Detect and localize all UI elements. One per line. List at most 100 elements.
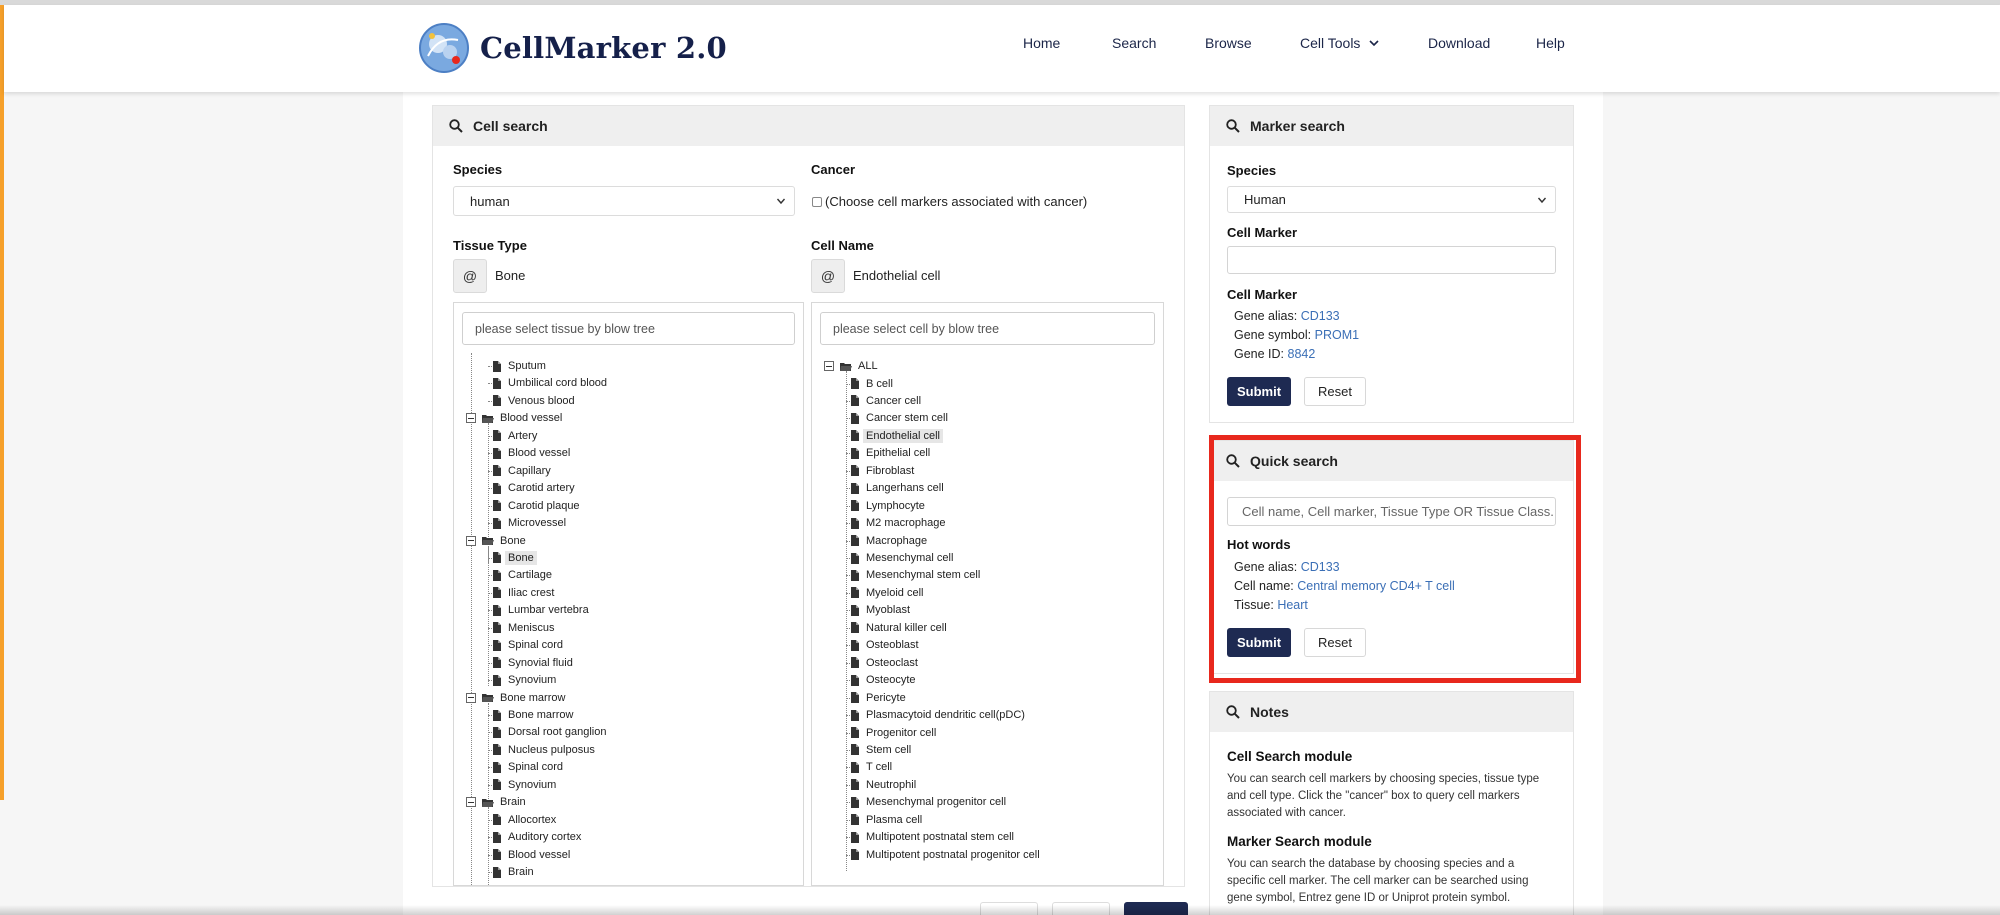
marker-species-select[interactable]: Human — [1227, 186, 1556, 213]
tissue-tree-node[interactable]: Brain — [492, 865, 534, 879]
cell-tree-node[interactable]: Cancer cell — [850, 394, 921, 408]
tissue-tree-node[interactable]: Blood vessel — [466, 411, 562, 425]
cell-tree-node[interactable]: T cell — [850, 760, 892, 774]
cell-tree-node[interactable]: Pericyte — [850, 691, 906, 705]
tissue-tree-node[interactable]: Nucleus pulposus — [492, 743, 595, 757]
tissue-tree-node[interactable]: Bone — [492, 550, 537, 565]
cancer-checkbox-row[interactable]: (Choose cell markers associated with can… — [812, 194, 1087, 209]
cell-tree-node[interactable]: Osteoclast — [850, 656, 918, 670]
tissue-tree-node[interactable]: Synovium — [492, 778, 556, 792]
site-logo[interactable]: CellMarker 2.0 — [418, 19, 727, 77]
collapse-toggle-icon[interactable] — [466, 692, 476, 703]
tissue-tree-node[interactable]: Brain — [466, 795, 526, 809]
cell-tree-node[interactable]: Osteoblast — [850, 638, 919, 652]
tissue-tree-node[interactable]: Carotid plaque — [492, 499, 580, 513]
cell-tree-node[interactable]: Plasma cell — [850, 813, 922, 827]
tissue-tree-node[interactable]: Blood vessel — [492, 446, 570, 460]
tissue-tree-node[interactable]: Meniscus — [492, 621, 554, 635]
tissue-tree-node[interactable]: Iliac crest — [492, 586, 554, 600]
cell-tree-node[interactable]: Endothelial cell — [850, 428, 943, 443]
cell-tree-node[interactable]: Cancer stem cell — [850, 411, 948, 425]
cell-tree-node[interactable]: Progenitor cell — [850, 726, 936, 740]
cell-tree-node[interactable]: Neutrophil — [850, 778, 916, 792]
cell-tree-node[interactable]: Mesenchymal cell — [850, 551, 953, 565]
marker-submit-button[interactable]: Submit — [1227, 377, 1291, 406]
tissue-tree-node[interactable]: Capillary — [492, 464, 551, 478]
nav-search[interactable]: Search — [1112, 35, 1156, 51]
example-link-cd133[interactable]: CD133 — [1301, 309, 1340, 323]
tree-node-label: Bone — [505, 550, 537, 565]
tissue-tree-node[interactable]: Bone marrow — [492, 708, 573, 722]
tissue-tree-search-input[interactable]: please select tissue by blow tree — [462, 312, 795, 345]
tissue-tree-node[interactable]: Bone — [466, 534, 526, 548]
cell-name-value[interactable]: Endothelial cell — [853, 268, 940, 283]
cell-tree-node[interactable]: Langerhans cell — [850, 481, 944, 495]
tissue-tree-node[interactable]: Synovial fluid — [492, 656, 573, 670]
nav-browse[interactable]: Browse — [1205, 35, 1252, 51]
tissue-tree-node[interactable]: Auditory cortex — [492, 830, 581, 844]
cell-tree-node[interactable]: Mesenchymal progenitor cell — [850, 795, 1006, 809]
cell-tree-node[interactable]: M2 macrophage — [850, 516, 946, 530]
tree-guide-line — [488, 545, 489, 686]
tissue-tree-node[interactable]: Bone marrow — [466, 691, 565, 705]
cell-tree-node[interactable]: Myeloid cell — [850, 586, 923, 600]
collapse-toggle-icon[interactable] — [466, 797, 476, 808]
collapse-toggle-icon[interactable] — [824, 361, 834, 371]
tissue-tree-node[interactable]: Spinal cord — [492, 760, 563, 774]
tissue-tree-node[interactable]: Blood vessel — [492, 848, 570, 862]
example-link-prom1[interactable]: PROM1 — [1315, 328, 1359, 342]
file-icon — [492, 447, 508, 459]
cell-tree-node[interactable]: Stem cell — [850, 743, 911, 757]
cell-tree-node[interactable]: Multipotent postnatal stem cell — [850, 830, 1014, 844]
cell-tree-node[interactable]: Mesenchymal stem cell — [850, 568, 980, 582]
tissue-tree-node[interactable]: Artery — [492, 429, 537, 443]
collapse-toggle-icon[interactable] — [466, 413, 476, 424]
file-icon — [850, 412, 866, 424]
hot-word-link-central-memory[interactable]: Central memory CD4+ T cell — [1297, 579, 1455, 593]
tissue-tree-node[interactable]: Lumbar vertebra — [492, 603, 589, 617]
tree-node-label: Multipotent postnatal progenitor cell — [866, 848, 1040, 861]
cell-tree-node[interactable]: Macrophage — [850, 534, 927, 548]
quick-reset-button[interactable]: Reset — [1304, 628, 1366, 657]
quick-submit-button[interactable]: Submit — [1227, 628, 1291, 657]
file-icon — [850, 535, 866, 547]
collapse-toggle-icon[interactable] — [466, 535, 476, 546]
cell-tree-node[interactable]: Natural killer cell — [850, 621, 947, 635]
quick-search-input[interactable]: Cell name, Cell marker, Tissue Type OR T… — [1227, 497, 1556, 526]
tissue-tree-node[interactable]: Spinal cord — [492, 638, 563, 652]
hot-word-link-cd133[interactable]: CD133 — [1301, 560, 1340, 574]
cell-tree-node[interactable]: Fibroblast — [850, 464, 914, 478]
cell-marker-input[interactable] — [1227, 246, 1556, 274]
cell-tree-search-input[interactable]: please select cell by blow tree — [820, 312, 1155, 345]
tissue-tree-node[interactable]: Synovium — [492, 673, 556, 687]
cell-tree-node[interactable]: Multipotent postnatal progenitor cell — [850, 848, 1040, 862]
tissue-tree-node[interactable]: Sputum — [492, 359, 546, 373]
nav-download[interactable]: Download — [1428, 35, 1490, 51]
species-select[interactable]: human — [453, 186, 795, 216]
tissue-tree-node[interactable]: Cartilage — [492, 568, 552, 582]
example-link-8842[interactable]: 8842 — [1288, 347, 1316, 361]
cell-tree-node[interactable]: Myoblast — [850, 603, 910, 617]
nav-help[interactable]: Help — [1536, 35, 1565, 51]
cell-tree-node[interactable]: Plasmacytoid dendritic cell(pDC) — [850, 708, 1025, 722]
tissue-tree-node[interactable]: Allocortex — [492, 813, 556, 827]
cell-tree-node[interactable]: Epithelial cell — [850, 446, 930, 460]
cell-tree-node[interactable]: B cell — [850, 377, 893, 391]
marker-reset-button[interactable]: Reset — [1304, 377, 1366, 406]
tissue-tree-node[interactable]: Carotid artery — [492, 481, 575, 495]
tissue-tree-node[interactable]: Dorsal root ganglion — [492, 725, 606, 739]
cell-tree-node[interactable]: Osteocyte — [850, 673, 916, 687]
cell-tree-node[interactable]: Lymphocyte — [850, 499, 925, 513]
cell-tree-root[interactable]: ALL — [824, 359, 878, 373]
tissue-type-value[interactable]: Bone — [495, 268, 525, 283]
hot-word-key: Cell name: — [1234, 579, 1294, 593]
cancer-checkbox[interactable] — [812, 196, 822, 207]
nav-home[interactable]: Home — [1023, 35, 1060, 51]
tissue-tree-node[interactable]: Venous blood — [492, 394, 575, 408]
tree-node-label: Cancer cell — [866, 394, 922, 407]
tree-node-label: Myoblast — [866, 604, 911, 617]
hot-word-link-heart[interactable]: Heart — [1277, 598, 1308, 612]
nav-cell-tools[interactable]: Cell Tools — [1300, 35, 1380, 51]
tissue-tree-node[interactable]: Umbilical cord blood — [492, 376, 607, 390]
tissue-tree-node[interactable]: Microvessel — [492, 516, 566, 530]
